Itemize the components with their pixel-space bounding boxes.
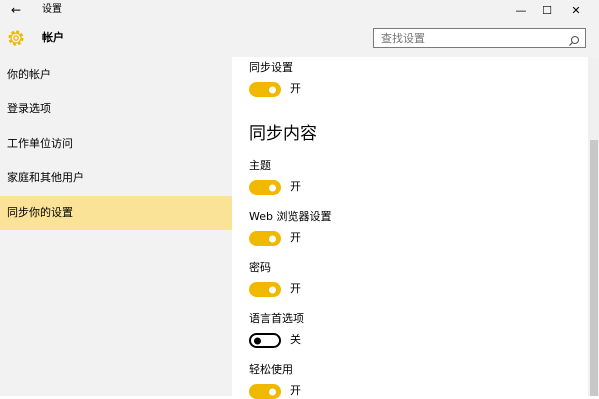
- sidebar-item-sign-in-options[interactable]: 登录选项: [0, 92, 232, 126]
- toggle-knob: [269, 235, 276, 242]
- search-input[interactable]: [374, 29, 569, 47]
- main-content: 同步设置 开 同步内容 主题 开 Web 浏览器设置 开 密码 开 语言首选项 …: [232, 57, 588, 399]
- sidebar-item-your-account[interactable]: 你的帐户: [0, 58, 232, 92]
- language-preferences-toggle[interactable]: [249, 333, 281, 348]
- back-arrow-icon: ←: [10, 3, 22, 17]
- sidebar: 你的帐户 登录选项 工作单位访问 家庭和其他用户 同步你的设置: [0, 57, 232, 396]
- gear-icon: [6, 28, 26, 48]
- search-icon[interactable]: [568, 32, 580, 46]
- language-preferences-state: 关: [290, 333, 301, 346]
- sidebar-item-work-access[interactable]: 工作单位访问: [0, 127, 232, 161]
- title-bar: ← 设置 — ☐ ✕: [0, 0, 599, 20]
- passwords-state: 开: [290, 282, 301, 295]
- browser-settings-toggle[interactable]: [249, 231, 281, 246]
- page-title: 帐户: [42, 31, 64, 44]
- browser-settings-state: 开: [290, 231, 301, 244]
- sync-settings-toggle[interactable]: [249, 82, 281, 97]
- theme-state: 开: [290, 180, 301, 193]
- theme-label: 主题: [249, 159, 271, 172]
- toggle-knob: [269, 286, 276, 293]
- ease-of-access-label: 轻松使用: [249, 363, 293, 376]
- sidebar-item-sync-settings[interactable]: 同步你的设置: [0, 196, 232, 230]
- search-box[interactable]: [373, 28, 586, 48]
- passwords-label: 密码: [249, 261, 271, 274]
- section-heading: 同步内容: [249, 124, 317, 144]
- toggle-knob: [269, 86, 276, 93]
- ease-of-access-toggle[interactable]: [249, 384, 281, 399]
- passwords-toggle[interactable]: [249, 282, 281, 297]
- sidebar-item-family-other-users[interactable]: 家庭和其他用户: [0, 161, 232, 195]
- language-preferences-label: 语言首选项: [249, 312, 304, 325]
- scrollbar-thumb[interactable]: [590, 140, 598, 396]
- browser-settings-label: Web 浏览器设置: [249, 210, 332, 223]
- sync-settings-label: 同步设置: [249, 61, 293, 74]
- toggle-knob: [269, 184, 276, 191]
- theme-toggle[interactable]: [249, 180, 281, 195]
- toggle-knob: [254, 337, 261, 344]
- close-button[interactable]: ✕: [553, 0, 599, 20]
- back-button[interactable]: ←: [6, 2, 26, 18]
- sync-settings-state: 开: [290, 82, 301, 95]
- toggle-knob: [269, 388, 276, 395]
- window-title: 设置: [42, 4, 62, 15]
